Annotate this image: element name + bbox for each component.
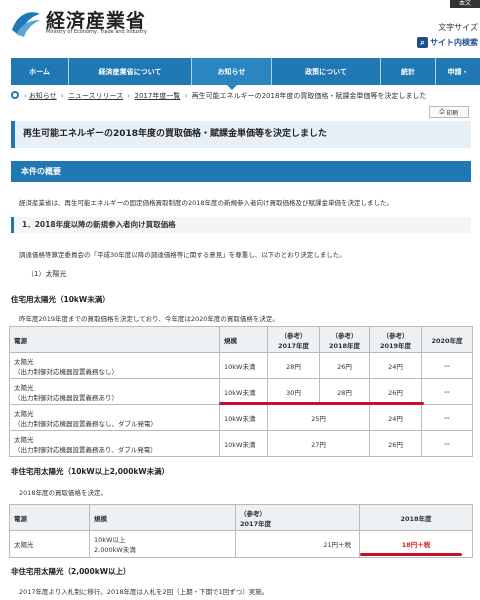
cell-2020: -- bbox=[421, 352, 473, 379]
site-search-label: サイト内検索 bbox=[430, 38, 478, 47]
breadcrumb-news-release[interactable]: ニュースリリース bbox=[68, 92, 123, 100]
col-2018: （参考） 2018年度 bbox=[319, 326, 370, 353]
table-row: 太陽光 （出力制御対応機器設置義務なし） 10kW未満 28円 26円 24円 -… bbox=[9, 352, 473, 379]
print-button[interactable]: ⎙ 印刷 bbox=[429, 106, 469, 118]
residential-price-table: 電源 規模 （参考） 2017年度 （参考） 2018年度 （参考） 2019年… bbox=[9, 326, 473, 457]
home-icon[interactable] bbox=[11, 91, 19, 99]
col-scale: 規模 bbox=[89, 504, 236, 531]
cell-source: 太陽光 （出力制御対応機器設置義務あり） bbox=[9, 378, 220, 405]
table-header-row: 電源 規模 （参考） 2017年度 （参考） 2018年度 （参考） 2019年… bbox=[9, 326, 473, 353]
cell-2017-2018: 25円 bbox=[267, 404, 370, 431]
cell-2017: 28円 bbox=[267, 352, 320, 379]
col-2020: 2020年度 bbox=[421, 326, 473, 353]
skip-to-content-link[interactable]: 本文 bbox=[450, 0, 480, 8]
cell-2019: 24円 bbox=[369, 404, 422, 431]
cell-scale: 10kW未満 bbox=[219, 378, 268, 405]
col-source: 電源 bbox=[9, 504, 90, 531]
cell-2020: -- bbox=[421, 378, 473, 405]
nonresidential-heading: 非住宅用太陽光（10kW以上2,000kW未満） bbox=[11, 467, 170, 476]
highlight-underline bbox=[219, 402, 424, 405]
section-heading-overview: 本件の概要 bbox=[11, 161, 471, 182]
breadcrumb-news[interactable]: お知らせ bbox=[29, 92, 57, 100]
meti-logo-icon[interactable] bbox=[10, 8, 42, 38]
table-header-row: 電源 規模 （参考） 2017年度 2018年度 bbox=[9, 504, 473, 531]
cell-2017-2018: 27円 bbox=[267, 430, 370, 457]
col-source: 電源 bbox=[9, 326, 220, 353]
residential-heading: 住宅用太陽光（10kW未満） bbox=[11, 295, 110, 304]
site-search-button[interactable]: ⌕ サイト内検索 bbox=[417, 37, 478, 48]
intro-text: 経済産業省は、再生可能エネルギーの固定価格買取制度の2018年度の新規参入者向け… bbox=[19, 199, 394, 207]
nav-applications[interactable]: 申請・ bbox=[436, 58, 480, 85]
org-name-en: Ministry of Economy, Trade and Industry bbox=[46, 29, 147, 35]
cell-source: 太陽光 （出力制御対応機器設置義務なし） bbox=[9, 352, 220, 379]
printer-icon: ⎙ bbox=[439, 108, 445, 115]
residential-text: 昨年度2019年度までの買取価格を決定しており、今年度は2020年度の買取価格を… bbox=[19, 315, 279, 323]
breadcrumb-current: 再生可能エネルギーの2018年度の買取価格・賦課金単価等を決定しました bbox=[191, 92, 427, 100]
nonresidential-price-table: 電源 規模 （参考） 2017年度 2018年度 太陽光 10kW以上 2,000… bbox=[9, 504, 473, 558]
nav-policy[interactable]: 政策について bbox=[272, 58, 381, 85]
col-scale: 規模 bbox=[219, 326, 268, 353]
nav-news[interactable]: お知らせ bbox=[192, 58, 272, 90]
cell-source: 太陽光 （出力制御対応機器設置義務なし、ダブル発電） bbox=[9, 404, 220, 431]
highlight-underline-2018 bbox=[360, 553, 462, 556]
page-title: 再生可能エネルギーの2018年度の買取価格・賦課金単価等を決定しました bbox=[11, 121, 471, 148]
nav-about[interactable]: 経済産業省について bbox=[69, 58, 192, 85]
cell-source: 太陽光 bbox=[9, 530, 90, 558]
cell-2017: 30円 bbox=[267, 378, 320, 405]
cell-scale: 10kW未満 bbox=[219, 404, 268, 431]
print-label: 印刷 bbox=[446, 109, 459, 117]
font-size-label: 文字サイズ bbox=[438, 23, 478, 32]
col-2019: （参考） 2019年度 bbox=[369, 326, 422, 353]
table-row: 太陽光 （出力制御対応機器設置義務あり、ダブル発電） 10kW未満 27円 26円… bbox=[9, 430, 473, 457]
cell-2020: -- bbox=[421, 404, 473, 431]
solar-heading: （1）太陽光 bbox=[27, 270, 67, 278]
cell-2019: 24円 bbox=[369, 352, 422, 379]
breadcrumb-2017-list[interactable]: 2017年度一覧 bbox=[135, 92, 181, 100]
cell-2019: 26円 bbox=[369, 378, 422, 405]
cell-scale: 10kW以上 2,000kW未満 bbox=[89, 530, 236, 558]
table-row: 太陽光 （出力制御対応機器設置義務あり） 10kW未満 30円 28円 26円 -… bbox=[9, 378, 473, 405]
nav-home[interactable]: ホーム bbox=[11, 58, 69, 85]
cell-2018: 26円 bbox=[319, 352, 370, 379]
breadcrumb: › お知らせ › ニュースリリース › 2017年度一覧 › 再生可能エネルギーの… bbox=[11, 91, 480, 101]
committee-text: 調達価格等算定委員会の「平成30年度以降の調達価格等に関する意見」を尊重し、以下… bbox=[19, 251, 346, 259]
large-solar-heading: 非住宅用太陽光（2,000kW以上） bbox=[11, 567, 131, 576]
col-2017: （参考） 2017年度 bbox=[235, 504, 360, 531]
nonresidential-text: 2018年度の買取価格を決定。 bbox=[19, 489, 108, 497]
cell-2018: 28円 bbox=[319, 378, 370, 405]
site-header: 経済産業省 Ministry of Economy, Trade and Ind… bbox=[0, 0, 480, 58]
cell-2017: 21円＋税 bbox=[235, 530, 360, 558]
col-2017: （参考） 2017年度 bbox=[267, 326, 320, 353]
cell-2019: 26円 bbox=[369, 430, 422, 457]
table-row: 太陽光 （出力制御対応機器設置義務なし、ダブル発電） 10kW未満 25円 24円… bbox=[9, 404, 473, 431]
cell-scale: 10kW未満 bbox=[219, 430, 268, 457]
nav-statistics[interactable]: 統計 bbox=[381, 58, 436, 85]
col-2018: 2018年度 bbox=[359, 504, 473, 531]
cell-2020: -- bbox=[421, 430, 473, 457]
sub-heading-purchase-price: 1．2018年度以降の新規参入者向け買取価格 bbox=[11, 217, 471, 233]
large-solar-text: 2017年度より入札制に移行。2018年度は入札を2回（上期・下期で1回ずつ）実… bbox=[19, 588, 269, 596]
cell-source: 太陽光 （出力制御対応機器設置義務あり、ダブル発電） bbox=[9, 430, 220, 457]
cell-scale: 10kW未満 bbox=[219, 352, 268, 379]
search-icon: ⌕ bbox=[417, 37, 428, 48]
global-nav: ホーム 経済産業省について お知らせ 政策について 統計 申請・ bbox=[11, 58, 480, 90]
